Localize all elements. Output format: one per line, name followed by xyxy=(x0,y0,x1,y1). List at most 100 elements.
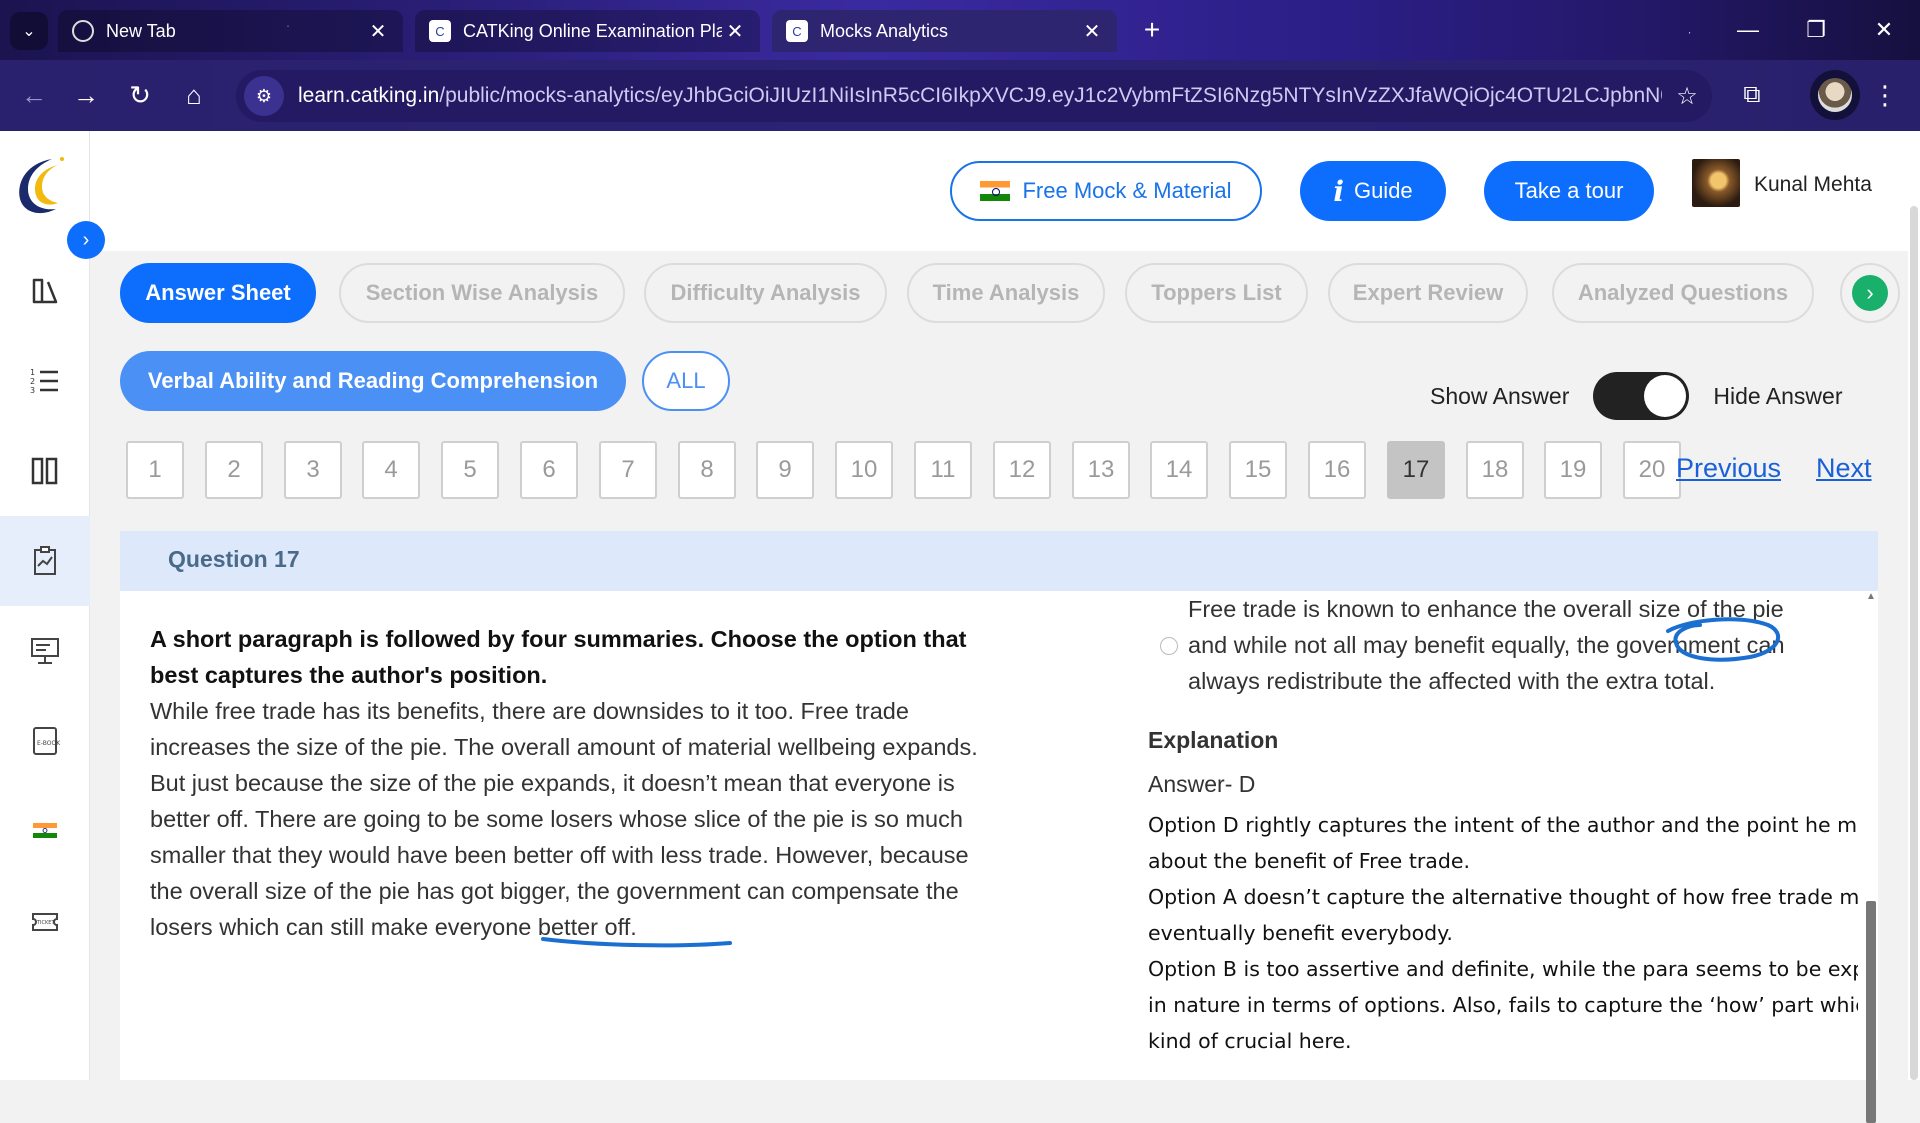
question-number-button[interactable]: 1 xyxy=(126,441,184,499)
question-number-button[interactable]: 5 xyxy=(441,441,499,499)
clipboard-chart-icon xyxy=(34,546,56,575)
guide-button[interactable]: i Guide xyxy=(1300,161,1446,221)
question-number-button[interactable]: 10 xyxy=(835,441,893,499)
question-number-button[interactable]: 7 xyxy=(599,441,657,499)
close-icon[interactable]: ✕ xyxy=(1079,19,1105,44)
question-number-button[interactable]: 13 xyxy=(1072,441,1130,499)
show-answer-label[interactable]: Show Answer xyxy=(1430,383,1569,410)
globe-icon xyxy=(72,20,94,42)
question-title: Question 17 xyxy=(168,546,300,572)
free-mock-button[interactable]: Free Mock & Material xyxy=(950,161,1262,221)
restore-button[interactable]: ❐ xyxy=(1796,10,1836,50)
new-tab-button[interactable]: + xyxy=(1136,14,1168,46)
page-scrollbar-thumb[interactable] xyxy=(1910,206,1918,1080)
sidebar: › 123 E-BOOK TICKET xyxy=(0,131,105,1080)
scrollbar-thumb[interactable] xyxy=(1866,901,1876,1123)
browser-profile-avatar[interactable] xyxy=(1810,70,1860,120)
question-number-button[interactable]: 18 xyxy=(1466,441,1524,499)
close-window-button[interactable]: ✕ xyxy=(1864,10,1904,50)
sidebar-item-tickets[interactable]: TICKET xyxy=(0,876,90,966)
close-icon: ✕ xyxy=(1874,17,1894,42)
question-number-button[interactable]: 16 xyxy=(1308,441,1366,499)
answer-visibility-switch[interactable] xyxy=(1593,372,1690,420)
forward-button[interactable]: → xyxy=(66,75,106,115)
chevron-right-icon: › xyxy=(82,228,90,251)
sidebar-item-online-class[interactable] xyxy=(0,606,90,696)
browser-menu-icon[interactable]: ⋮ xyxy=(1870,75,1900,115)
tab-expert-review[interactable]: Expert Review xyxy=(1328,263,1528,323)
svg-text:2: 2 xyxy=(30,377,35,386)
answer-panel-scrollbar[interactable]: ▲ ▼ xyxy=(1864,591,1878,1123)
option-d: Free trade is known to enhance the overa… xyxy=(1028,591,1828,699)
question-number-button[interactable]: 8 xyxy=(678,441,736,499)
tab-toppers-list[interactable]: Toppers List xyxy=(1125,263,1308,323)
question-number-button[interactable]: 11 xyxy=(914,441,972,499)
extensions-icon[interactable]: ⧉ xyxy=(1732,75,1772,115)
catking-logo[interactable] xyxy=(10,151,72,221)
tab-section-wise-analysis[interactable]: Section Wise Analysis xyxy=(339,263,625,323)
tab-time-analysis[interactable]: Time Analysis xyxy=(907,263,1105,323)
browser-tab-new-tab[interactable]: New Tab ✕ xyxy=(58,10,403,52)
option-radio[interactable] xyxy=(1160,637,1178,655)
question-number-button[interactable]: 19 xyxy=(1544,441,1602,499)
user-avatar[interactable] xyxy=(1692,159,1740,207)
arrow-right-icon: → xyxy=(73,80,99,110)
url-text[interactable]: learn.catking.in/public/mocks-analytics/… xyxy=(298,84,1662,108)
site-info-icon[interactable]: ⚙ xyxy=(244,76,284,116)
question-number-button[interactable]: 12 xyxy=(993,441,1051,499)
close-icon[interactable]: ✕ xyxy=(722,19,748,44)
question-number-button[interactable]: 2 xyxy=(205,441,263,499)
browser-tab-mocks-analytics[interactable]: C Mocks Analytics ✕ xyxy=(772,10,1117,52)
tab-difficulty-analysis[interactable]: Difficulty Analysis xyxy=(644,263,887,323)
minimize-button[interactable]: — xyxy=(1728,10,1768,50)
tab-analyzed-questions[interactable]: Analyzed Questions xyxy=(1552,263,1814,323)
back-button[interactable]: ← xyxy=(14,75,54,115)
tab-search-button[interactable]: ⌄ xyxy=(10,12,48,50)
scroll-down-icon[interactable]: ▼ xyxy=(1864,1063,1878,1074)
question-header: Question 17 xyxy=(120,531,1878,591)
sidebar-item-ebook[interactable]: E-BOOK xyxy=(0,696,90,786)
sidebar-item-columns[interactable] xyxy=(0,426,90,516)
tabs-scroll-next-button[interactable]: › xyxy=(1840,263,1900,323)
sidebar-item-india[interactable] xyxy=(0,786,90,876)
question-number-button[interactable]: 15 xyxy=(1229,441,1287,499)
tab-answer-sheet[interactable]: Answer Sheet xyxy=(120,263,316,323)
question-number-button[interactable]: 4 xyxy=(362,441,420,499)
section-varc-button[interactable]: Verbal Ability and Reading Comprehension xyxy=(120,351,626,411)
bookmark-star-icon[interactable]: ☆ xyxy=(1662,82,1712,111)
svg-text:1: 1 xyxy=(30,368,35,377)
question-number-button[interactable]: 20 xyxy=(1623,441,1681,499)
sidebar-item-analytics[interactable] xyxy=(0,516,90,606)
explanation-line: Option B is too assertive and definite, … xyxy=(1148,957,1858,1053)
question-number-button[interactable]: 14 xyxy=(1150,441,1208,499)
url-host: learn.catking.in xyxy=(298,84,440,107)
section-all-button[interactable]: ALL xyxy=(642,351,730,411)
question-number-button[interactable]: 3 xyxy=(284,441,342,499)
svg-text:TICKET: TICKET xyxy=(36,920,55,926)
hide-answer-label[interactable]: Hide Answer xyxy=(1713,383,1842,410)
catking-icon: C xyxy=(429,20,451,42)
close-icon[interactable]: ✕ xyxy=(365,19,391,44)
next-question-link[interactable]: Next xyxy=(1816,453,1872,484)
address-bar[interactable]: ⚙ learn.catking.in/public/mocks-analytic… xyxy=(236,70,1712,122)
previous-question-link[interactable]: Previous xyxy=(1676,453,1781,484)
scroll-up-icon[interactable]: ▲ xyxy=(1864,591,1878,602)
question-number-button[interactable]: 17 xyxy=(1387,441,1445,499)
page-scrollbar[interactable] xyxy=(1908,206,1920,1080)
avatar xyxy=(1818,78,1852,112)
sidebar-expand-button[interactable]: › xyxy=(67,221,105,259)
question-number-button[interactable]: 6 xyxy=(520,441,578,499)
home-button[interactable]: ⌂ xyxy=(174,75,214,115)
question-passage: A short paragraph is followed by four su… xyxy=(150,621,990,945)
sidebar-item-list[interactable]: 123 xyxy=(0,336,90,426)
home-icon: ⌂ xyxy=(186,80,202,110)
take-tour-button[interactable]: Take a tour xyxy=(1484,161,1654,221)
india-flag-icon xyxy=(33,823,57,838)
numbered-list-icon: 123 xyxy=(30,368,58,395)
user-name[interactable]: Kunal Mehta xyxy=(1754,173,1872,197)
question-number-button[interactable]: 9 xyxy=(756,441,814,499)
reload-button[interactable]: ↻ xyxy=(120,75,160,115)
option-text: Free trade is known to enhance the overa… xyxy=(1188,596,1785,694)
sidebar-item-books[interactable] xyxy=(0,246,90,336)
browser-tab-catking-exam[interactable]: C CATKing Online Examination Pla ✕ xyxy=(415,10,760,52)
